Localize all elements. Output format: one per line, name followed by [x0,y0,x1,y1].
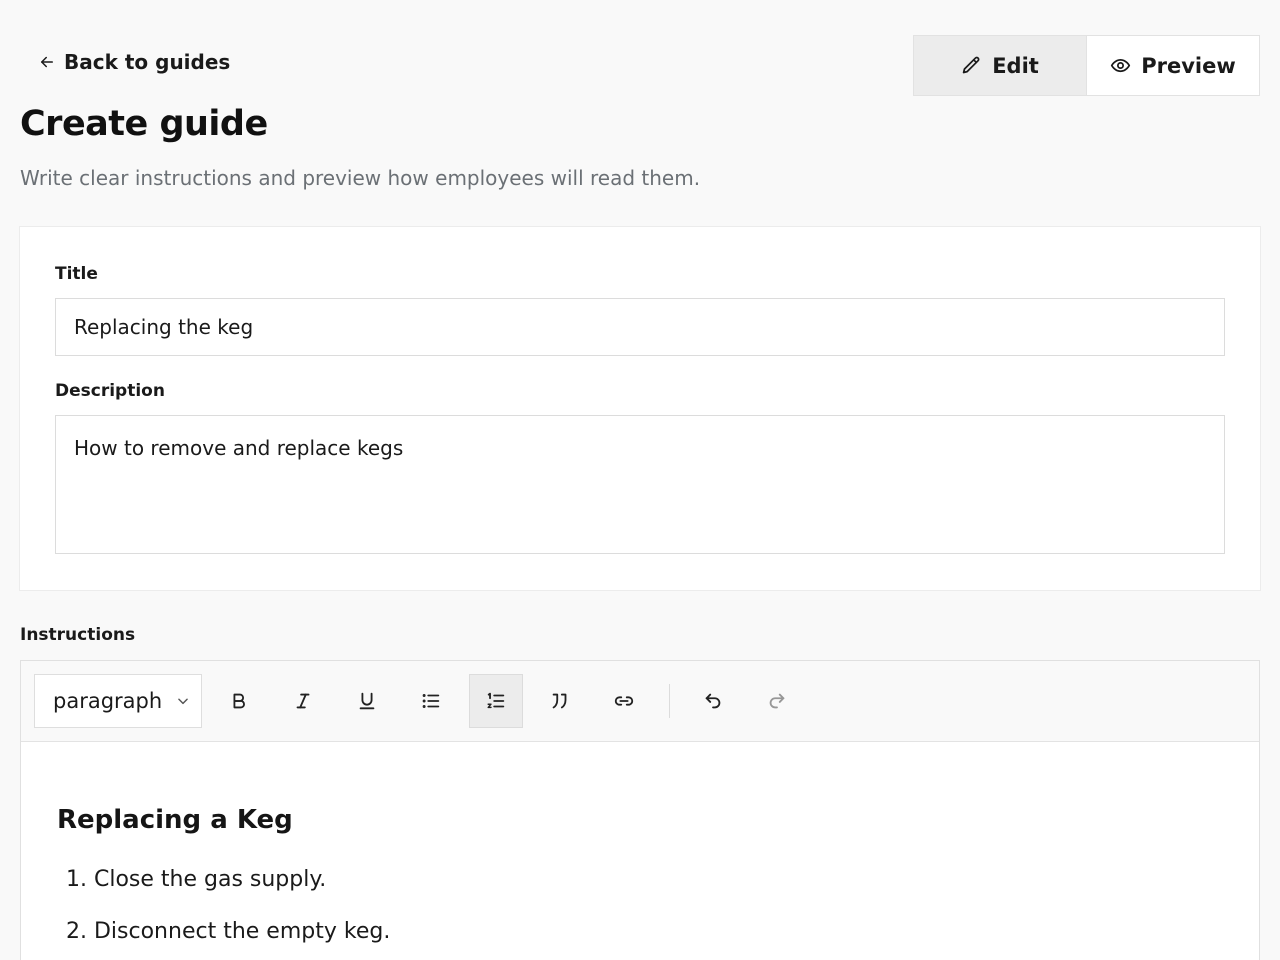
page: Back to guides Edit Preview Create guide… [0,0,1280,960]
page-subtitle: Write clear instructions and preview how… [20,166,701,190]
numbered-list-icon [487,692,505,709]
page-title: Create guide [20,104,268,144]
toolbar-divider [669,684,670,718]
preview-label: Preview [1141,53,1236,78]
link-button[interactable] [597,674,651,728]
arrow-left-icon [41,56,53,68]
editor-toolbar: paragraph [21,661,1259,742]
rich-text-editor: paragraph Replacing a Keg 1. Close the g… [20,660,1260,960]
undo-icon [705,693,721,709]
description-label: Description [55,381,165,401]
instructions-label: Instructions [20,625,136,645]
edit-label: Edit [992,53,1039,78]
chevron-down-icon [178,698,188,705]
underline-icon [359,692,375,710]
title-label: Title [55,264,98,284]
mode-toggle: Edit Preview [913,35,1260,96]
title-input[interactable]: Replacing the keg [55,298,1225,356]
back-link-label: Back to guides [64,50,231,74]
list-item: 1. Close the gas supply. [66,867,327,892]
italic-button[interactable] [276,674,330,728]
guide-details-card: Title Replacing the keg Description How … [19,226,1261,591]
content-heading: Replacing a Keg [57,805,293,835]
numbered-list-button[interactable] [469,674,523,728]
redo-icon [769,693,785,709]
bullet-list-button[interactable] [404,674,458,728]
description-value: How to remove and replace kegs [74,436,404,460]
italic-icon [296,693,310,709]
block-type-select[interactable]: paragraph [34,674,202,728]
title-input-value: Replacing the keg [74,315,254,339]
link-icon [614,696,634,706]
pencil-icon [962,56,980,74]
preview-mode-button[interactable]: Preview [1086,36,1259,95]
redo-button[interactable] [750,674,804,728]
block-type-value: paragraph [53,689,163,713]
bold-button[interactable] [212,674,266,728]
eye-icon [1111,58,1131,73]
bold-icon [233,693,245,709]
underline-button[interactable] [340,674,394,728]
list-item: 2. Disconnect the empty keg. [66,919,391,944]
back-to-guides-link[interactable]: Back to guides [38,47,230,77]
quote-button[interactable] [533,674,587,728]
description-textarea[interactable]: How to remove and replace kegs [55,415,1225,554]
quote-icon [552,693,567,709]
bullet-list-icon [422,694,440,708]
undo-button[interactable] [686,674,740,728]
content-steps-list: 1. Close the gas supply. 2. Disconnect t… [66,866,390,960]
edit-mode-button[interactable]: Edit [914,36,1086,95]
